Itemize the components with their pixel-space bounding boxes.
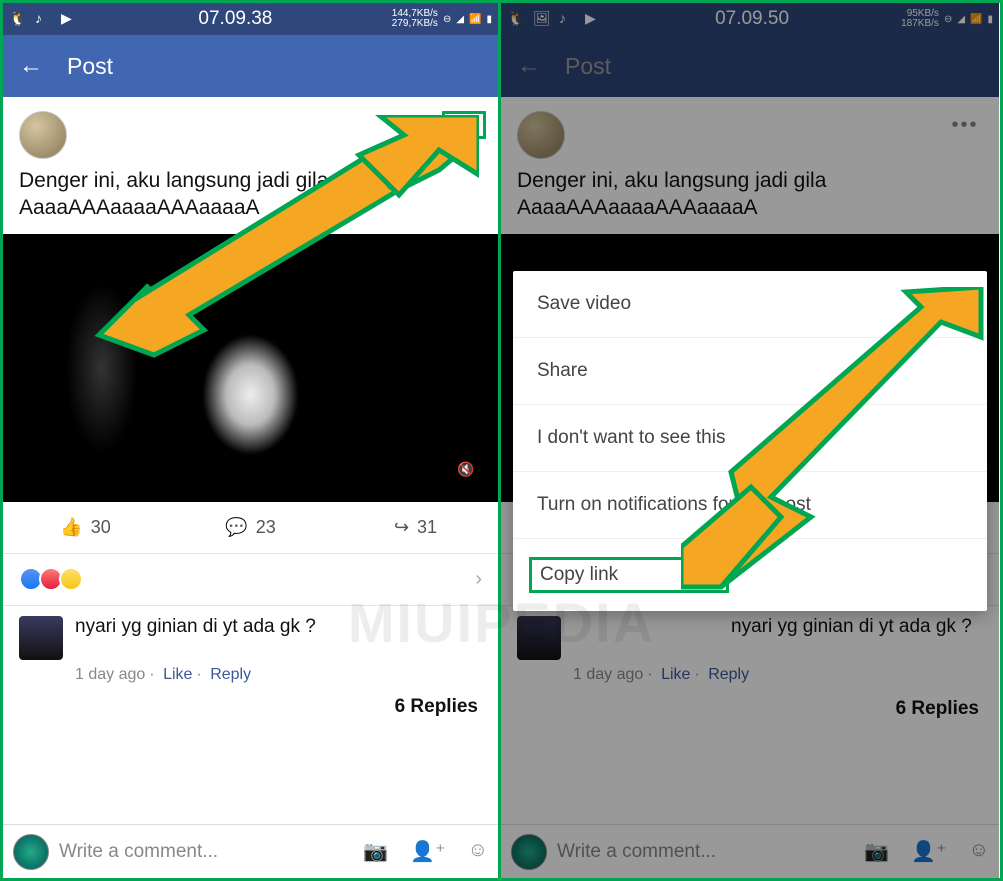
comment-text: nyari yg ginian di yt ada gk ?	[75, 616, 482, 660]
comment-meta: 1 day ago· Like· Reply	[501, 666, 999, 684]
add-person-icon[interactable]: 👤⁺	[410, 839, 445, 864]
comment-avatar[interactable]	[19, 616, 63, 660]
avatar[interactable]	[19, 111, 67, 159]
menu-notifications[interactable]: Turn on notifications for this post	[513, 472, 987, 539]
status-time: 07.09.50	[603, 8, 901, 30]
wifi-icon: ◢	[456, 14, 464, 25]
avatar[interactable]	[517, 111, 565, 159]
menu-save-video[interactable]: Save video	[513, 271, 987, 338]
qq-icon: 🐧	[9, 10, 27, 28]
mute-icon[interactable]: 🔇	[448, 452, 484, 488]
qq-icon: 🐧	[507, 10, 525, 28]
camera-icon[interactable]: 📷	[864, 839, 889, 864]
phone-left: 🐧 ♪ ▶ 07.09.38 144,7KB/s 279,7KB/s ⊖ ◢ 📶…	[3, 3, 501, 878]
music-icon: ♪	[35, 10, 53, 28]
comment-reply-link[interactable]: Reply	[210, 666, 251, 683]
back-icon[interactable]: ←	[19, 52, 43, 80]
my-avatar	[511, 834, 547, 870]
redacted-commenter	[573, 616, 723, 646]
comment-icon: 💬	[225, 517, 247, 538]
like-button[interactable]: 👍30	[3, 502, 168, 553]
dnd-icon: ⊖	[443, 14, 451, 25]
status-time: 07.09.38	[79, 8, 392, 30]
play-icon: ▶	[61, 10, 79, 28]
page-title: Post	[67, 53, 113, 80]
post-header: •••	[501, 97, 999, 167]
post-header: •••	[3, 97, 498, 167]
reaction-wow-icon	[59, 567, 83, 591]
music-icon: ♪	[559, 10, 577, 28]
comment-input[interactable]: Write a comment...	[59, 841, 353, 863]
post-text: Denger ini, aku langsung jadi gila AaaaA…	[501, 167, 999, 234]
add-person-icon[interactable]: 👤⁺	[911, 839, 946, 864]
comment-row: nyari yg ginian di yt ada gk ?	[3, 606, 498, 660]
post-text: Denger ini, aku langsung jadi gila AaaaA…	[3, 167, 498, 234]
image-icon: 🖼	[533, 10, 551, 28]
comment-composer: Write a comment... 📷 👤⁺ ☺	[3, 824, 498, 878]
status-bar: 🐧 🖼 ♪ ▶ 07.09.50 95KB/s 187KB/s ⊖ ◢ 📶 ▮	[501, 3, 999, 35]
battery-icon: ▮	[486, 14, 492, 25]
replies-count[interactable]: 6 Replies	[763, 698, 999, 720]
dnd-icon: ⊖	[944, 14, 952, 25]
more-button[interactable]: •••	[442, 111, 486, 139]
back-icon[interactable]: ←	[517, 52, 541, 80]
comment-composer: Write a comment... 📷 👤⁺ ☺	[501, 824, 999, 878]
phone-right: 🐧 🖼 ♪ ▶ 07.09.50 95KB/s 187KB/s ⊖ ◢ 📶 ▮ …	[501, 3, 999, 878]
comment-button[interactable]: 💬23	[168, 502, 333, 553]
share-button[interactable]: ↪31	[333, 502, 498, 553]
play-icon: ▶	[585, 10, 603, 28]
more-button[interactable]: •••	[943, 111, 987, 139]
redacted-user	[577, 115, 747, 155]
page-title: Post	[565, 53, 611, 80]
app-header: ← Post	[3, 35, 498, 97]
emoji-icon[interactable]: ☺	[969, 839, 989, 864]
menu-dont-see[interactable]: I don't want to see this	[513, 405, 987, 472]
action-bar: 👍30 💬23 ↪31	[3, 502, 498, 554]
menu-share[interactable]: Share	[513, 338, 987, 405]
emoji-icon[interactable]: ☺	[468, 839, 488, 864]
signal-icon: 📶	[970, 14, 982, 25]
replies-count[interactable]: 6 Replies	[3, 684, 498, 722]
menu-copy-link[interactable]: Copy link	[513, 539, 987, 611]
signal-icon: 📶	[469, 14, 481, 25]
comment-like-link[interactable]: Like	[661, 666, 690, 683]
comment-like-link[interactable]: Like	[163, 666, 192, 683]
comment-text: nyari yg ginian di yt ada gk ?	[731, 616, 972, 638]
my-avatar	[13, 834, 49, 870]
chevron-right-icon: ›	[475, 568, 482, 591]
redacted-box	[573, 692, 763, 726]
video-player[interactable]: 🔇	[3, 234, 498, 502]
share-icon: ↪	[394, 517, 409, 538]
comment-reply-link[interactable]: Reply	[708, 666, 749, 683]
status-bar: 🐧 ♪ ▶ 07.09.38 144,7KB/s 279,7KB/s ⊖ ◢ 📶…	[3, 3, 498, 35]
app-header: ← Post	[501, 35, 999, 97]
battery-icon: ▮	[987, 14, 993, 25]
camera-icon[interactable]: 📷	[363, 839, 388, 864]
comment-input[interactable]: Write a comment...	[557, 841, 854, 863]
comment-row: nyari yg ginian di yt ada gk ?	[501, 606, 999, 660]
comment-avatar[interactable]	[517, 616, 561, 660]
wifi-icon: ◢	[957, 14, 965, 25]
reactions-row[interactable]: ›	[3, 554, 498, 606]
options-menu: Save video Share I don't want to see thi…	[513, 271, 987, 611]
thumbs-up-icon: 👍	[60, 517, 82, 538]
comment-meta: 1 day ago· Like· Reply	[3, 666, 498, 684]
